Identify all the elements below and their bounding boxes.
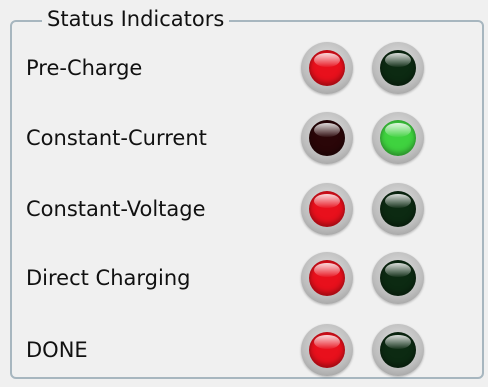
led-lamp [380, 120, 416, 156]
status-row-done: DONE [0, 320, 488, 380]
led-lamp [309, 332, 345, 368]
green-led-indicator [372, 252, 424, 304]
red-led-indicator [301, 183, 353, 235]
status-row-direct-charging: Direct Charging [0, 248, 488, 308]
red-led-indicator [301, 324, 353, 376]
row-label: Constant-Current [26, 126, 207, 150]
led-lamp [309, 260, 345, 296]
red-led-indicator [301, 252, 353, 304]
led-lamp [309, 50, 345, 86]
row-label: Constant-Voltage [26, 197, 206, 221]
green-led-indicator [372, 324, 424, 376]
row-label: Direct Charging [26, 266, 191, 290]
red-led-indicator [301, 112, 353, 164]
led-lamp [309, 191, 345, 227]
led-lamp [380, 332, 416, 368]
green-led-indicator [372, 42, 424, 94]
row-label: DONE [26, 338, 88, 362]
status-row-constant-current: Constant-Current [0, 108, 488, 168]
status-row-constant-voltage: Constant-Voltage [0, 179, 488, 239]
led-lamp [309, 120, 345, 156]
led-lamp [380, 50, 416, 86]
green-led-indicator [372, 112, 424, 164]
led-lamp [380, 260, 416, 296]
group-title: Status Indicators [42, 6, 230, 32]
red-led-indicator [301, 42, 353, 94]
green-led-indicator [372, 183, 424, 235]
row-label: Pre-Charge [26, 56, 143, 80]
status-row-pre-charge: Pre-Charge [0, 38, 488, 98]
led-lamp [380, 191, 416, 227]
